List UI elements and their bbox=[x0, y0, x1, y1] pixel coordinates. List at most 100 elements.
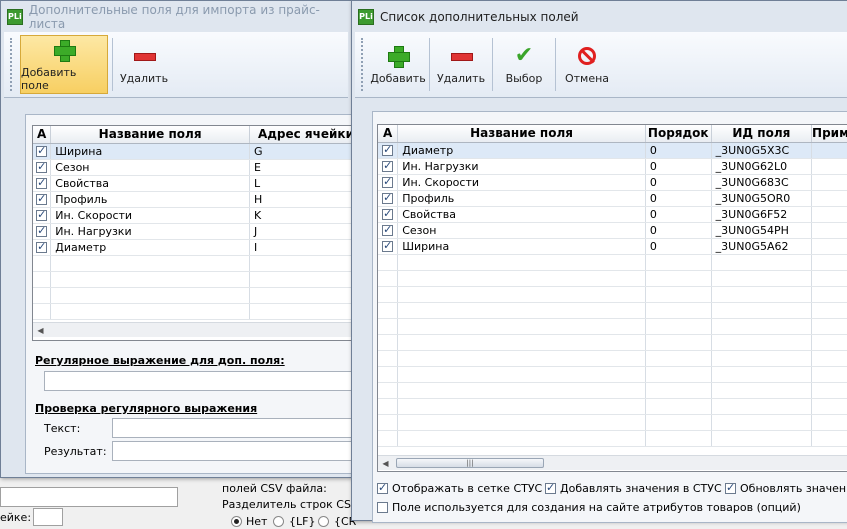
table-row[interactable] bbox=[378, 398, 847, 415]
row-checkbox[interactable] bbox=[36, 224, 48, 237]
column-header[interactable]: Название поля bbox=[50, 126, 250, 144]
toolbar-grip[interactable] bbox=[361, 38, 365, 91]
row-checkbox[interactable] bbox=[36, 192, 48, 205]
table-row[interactable]: Ин. НагрузкиJ bbox=[33, 223, 355, 240]
row-checkbox-cell[interactable] bbox=[33, 159, 52, 176]
show-in-grid-option[interactable]: Отображать в сетке СТУС bbox=[377, 481, 542, 495]
table-row[interactable]: ПрофильH bbox=[33, 191, 355, 208]
table-row[interactable]: Профиль0_3UN0G5OR0 bbox=[378, 190, 847, 207]
table-row[interactable]: Сезон0_3UN0G54PH bbox=[378, 222, 847, 239]
row-checkbox-cell[interactable] bbox=[378, 270, 399, 287]
row-checkbox-cell[interactable] bbox=[378, 382, 399, 399]
row-checkbox-cell[interactable] bbox=[378, 190, 399, 207]
row-checkbox-cell[interactable] bbox=[33, 207, 52, 224]
row-checkbox-cell[interactable] bbox=[378, 286, 399, 303]
table-row[interactable]: ДиаметрI bbox=[33, 239, 355, 256]
table-row[interactable] bbox=[33, 271, 355, 288]
column-header[interactable]: Название поля bbox=[397, 125, 646, 143]
column-header[interactable]: Прим bbox=[811, 125, 847, 143]
horizontal-scrollbar[interactable]: ◀ ||| bbox=[378, 455, 847, 470]
test-text-input[interactable] bbox=[112, 418, 356, 438]
table-row[interactable]: Ширина0_3UN0G5A62 bbox=[378, 238, 847, 255]
row-checkbox-cell[interactable] bbox=[378, 430, 399, 447]
show-in-grid-checkbox[interactable] bbox=[377, 481, 388, 494]
table-row[interactable] bbox=[378, 414, 847, 431]
table-row[interactable] bbox=[378, 382, 847, 399]
column-header[interactable]: A bbox=[378, 125, 399, 143]
regex-input[interactable] bbox=[44, 371, 356, 391]
table-row[interactable] bbox=[378, 366, 847, 383]
row-checkbox-cell[interactable] bbox=[33, 175, 52, 192]
row-checkbox-cell[interactable] bbox=[378, 318, 399, 335]
row-checkbox-cell[interactable] bbox=[378, 206, 399, 223]
row-checkbox[interactable] bbox=[36, 176, 48, 189]
scroll-left-icon[interactable]: ◀ bbox=[378, 456, 393, 470]
row-checkbox[interactable] bbox=[36, 144, 48, 157]
row-checkbox[interactable] bbox=[382, 175, 394, 188]
column-header[interactable]: Порядок bbox=[645, 125, 712, 143]
row-checkbox-cell[interactable] bbox=[378, 174, 399, 191]
table-row[interactable] bbox=[378, 318, 847, 335]
row-checkbox-cell[interactable] bbox=[378, 366, 399, 383]
result-field[interactable] bbox=[112, 441, 356, 461]
radio-lf[interactable] bbox=[273, 516, 284, 527]
table-row[interactable]: Ин. Нагрузки0_3UN0G62L0 bbox=[378, 158, 847, 175]
row-checkbox-cell[interactable] bbox=[378, 350, 399, 367]
row-checkbox-cell[interactable] bbox=[378, 302, 399, 319]
add-values-option[interactable]: Добавлять значения в СТУС bbox=[545, 481, 722, 495]
add-button[interactable]: Добавить bbox=[369, 32, 427, 97]
row-checkbox-cell[interactable] bbox=[378, 334, 399, 351]
horizontal-scrollbar[interactable]: ◀ bbox=[33, 322, 355, 337]
row-checkbox-cell[interactable] bbox=[33, 255, 52, 272]
row-checkbox-cell[interactable] bbox=[33, 143, 52, 160]
table-row[interactable] bbox=[33, 303, 355, 320]
table-row[interactable] bbox=[378, 254, 847, 271]
row-checkbox[interactable] bbox=[382, 207, 394, 220]
table-row[interactable]: Диаметр0_3UN0G5X3C bbox=[378, 142, 847, 159]
site-attributes-option[interactable]: Поле используется для создания на сайте … bbox=[377, 501, 801, 514]
row-checkbox-cell[interactable] bbox=[378, 238, 399, 255]
row-checkbox-cell[interactable] bbox=[33, 239, 52, 256]
row-checkbox-cell[interactable] bbox=[378, 398, 399, 415]
row-checkbox-cell[interactable] bbox=[33, 191, 52, 208]
row-checkbox[interactable] bbox=[382, 239, 394, 252]
add-values-checkbox[interactable] bbox=[545, 481, 556, 494]
row-checkbox[interactable] bbox=[36, 160, 48, 173]
scroll-left-icon[interactable]: ◀ bbox=[33, 323, 48, 337]
row-checkbox-cell[interactable] bbox=[33, 287, 52, 304]
table-row[interactable] bbox=[378, 350, 847, 367]
row-checkbox[interactable] bbox=[382, 143, 394, 156]
radio-no[interactable] bbox=[231, 516, 242, 527]
row-checkbox-cell[interactable] bbox=[378, 222, 399, 239]
scroll-thumb[interactable]: ||| bbox=[396, 458, 544, 468]
row-checkbox-cell[interactable] bbox=[378, 158, 399, 175]
select-button[interactable]: ✔ Выбор bbox=[495, 32, 553, 97]
table-row[interactable]: СезонE bbox=[33, 159, 355, 176]
update-values-checkbox[interactable] bbox=[725, 481, 736, 494]
delete-button[interactable]: Удалить bbox=[115, 32, 173, 97]
toolbar-grip[interactable] bbox=[10, 38, 14, 91]
main-text-field[interactable] bbox=[0, 487, 178, 507]
table-row[interactable] bbox=[378, 430, 847, 447]
radio-cr[interactable] bbox=[318, 516, 329, 527]
cell-input[interactable] bbox=[33, 508, 63, 526]
table-row[interactable]: Свойства0_3UN0G6F52 bbox=[378, 206, 847, 223]
table-row[interactable] bbox=[378, 270, 847, 287]
row-checkbox[interactable] bbox=[36, 208, 48, 221]
row-checkbox[interactable] bbox=[382, 223, 394, 236]
fields-grid[interactable]: A Название поля Адрес ячейки ШиринаGСезо… bbox=[32, 125, 356, 341]
row-checkbox-cell[interactable] bbox=[33, 223, 52, 240]
row-checkbox-cell[interactable] bbox=[33, 271, 52, 288]
column-header[interactable]: Адрес ячейки bbox=[249, 126, 355, 144]
row-checkbox[interactable] bbox=[382, 159, 394, 172]
table-row[interactable]: ШиринаG bbox=[33, 143, 355, 160]
table-row[interactable]: Ин. Скорости0_3UN0G683C bbox=[378, 174, 847, 191]
delete-button[interactable]: Удалить bbox=[432, 32, 490, 97]
row-checkbox[interactable] bbox=[382, 191, 394, 204]
row-checkbox-cell[interactable] bbox=[33, 303, 52, 320]
row-checkbox-cell[interactable] bbox=[378, 254, 399, 271]
table-row[interactable] bbox=[378, 286, 847, 303]
update-values-option[interactable]: Обновлять значения bbox=[725, 481, 847, 495]
table-row[interactable]: Ин. СкоростиK bbox=[33, 207, 355, 224]
row-checkbox[interactable] bbox=[36, 240, 48, 253]
